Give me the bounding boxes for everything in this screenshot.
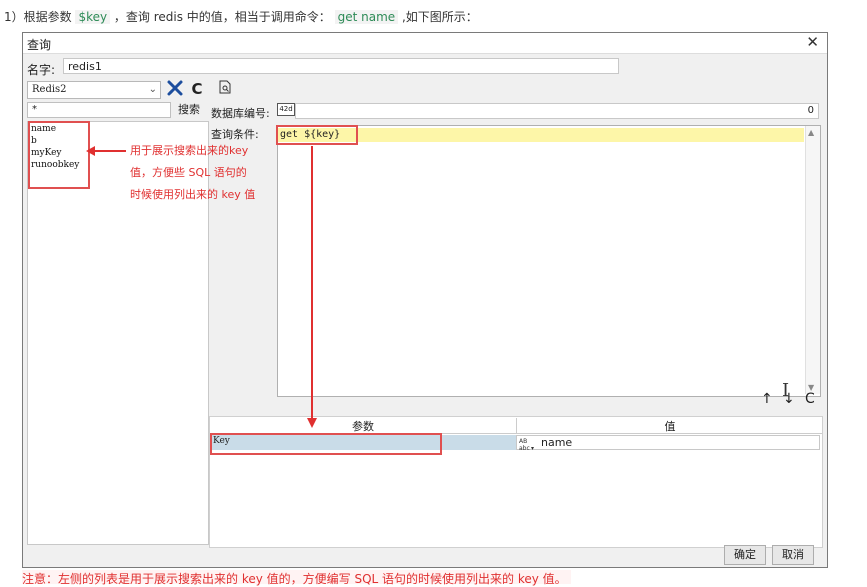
left-arrow (86, 146, 126, 156)
annotation-arrows (86, 146, 317, 428)
note-text: 注意：左侧的列表是用于展示搜索出来的 key 值的，方便编写 SQL 语句的时候… (22, 570, 571, 586)
down-arrow (307, 146, 317, 428)
